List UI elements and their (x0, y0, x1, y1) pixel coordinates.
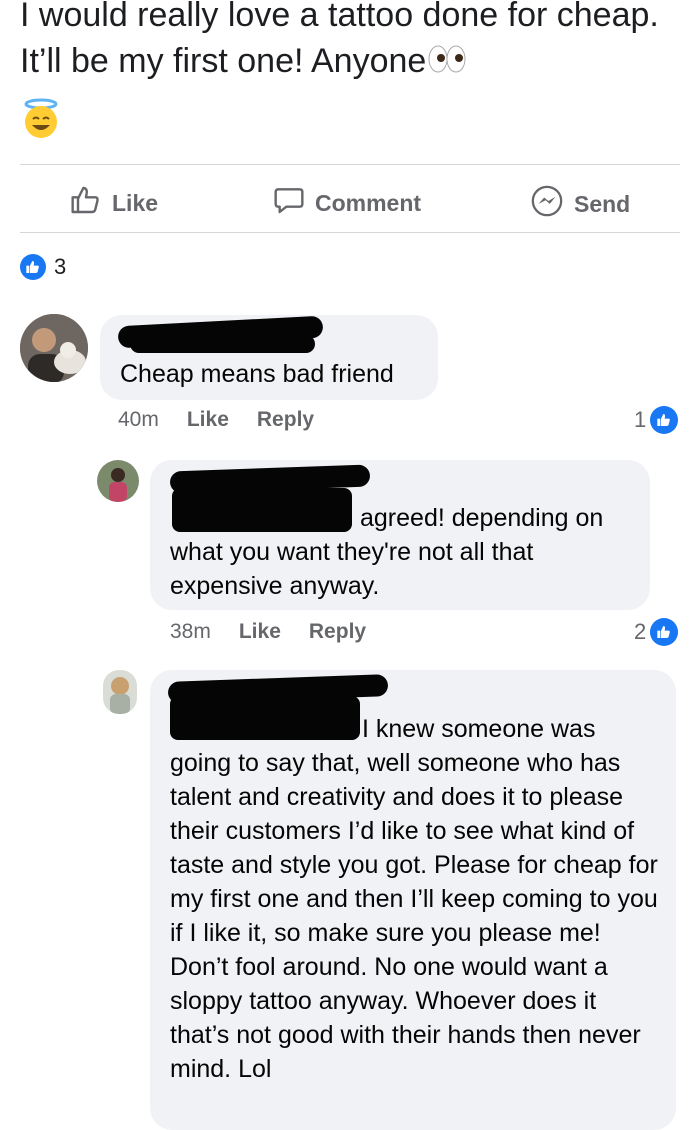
speech-bubble-icon (273, 184, 305, 222)
like-badge-icon (20, 254, 46, 280)
reply-text-first: agreed! depending on (360, 504, 604, 532)
reply-reaction-count[interactable]: 2 (634, 618, 679, 646)
redacted-name-2 (170, 696, 360, 740)
reply-bubble: I knew someone was going to say that, we… (150, 670, 676, 1130)
reaction-count: 3 (54, 254, 67, 279)
reply-like-button[interactable]: Like (239, 620, 281, 644)
comment-action-button[interactable]: Comment (273, 184, 421, 222)
redacted-name-2 (172, 488, 352, 532)
post-body: I would really love a tattoo done for ch… (20, 0, 659, 80)
comment-reaction-number: 1 (634, 407, 647, 432)
comment-meta: 40m Like Reply (118, 408, 314, 432)
comment-like-button[interactable]: Like (187, 408, 229, 432)
reply-text-rest: going to say that, well someone who has … (170, 749, 658, 1083)
comment-reaction-count[interactable]: 1 (634, 406, 679, 434)
messenger-icon (530, 184, 564, 224)
like-action-label: Like (112, 189, 159, 216)
like-badge-icon (650, 406, 679, 434)
comment-time: 40m (118, 408, 159, 431)
thumbs-up-icon (70, 184, 102, 222)
comment-text: Cheap means bad friend (120, 360, 394, 388)
divider-top (20, 164, 680, 165)
smiling-halo-emoji-icon (20, 98, 62, 145)
reply-text-rest: what you want they're not all that expen… (170, 538, 534, 600)
like-action-button[interactable]: Like (70, 184, 158, 222)
reply-meta: 38m Like Reply (170, 620, 366, 644)
avatar[interactable] (20, 314, 88, 382)
reaction-summary[interactable]: 3 (20, 254, 66, 280)
reply-reaction-number: 2 (634, 619, 647, 644)
comment-bubble: Cheap means bad friend (100, 315, 438, 400)
reply-text-first: I knew someone was (362, 715, 596, 743)
send-action-button[interactable]: Send (530, 184, 630, 224)
avatar[interactable] (97, 460, 139, 502)
post-text: I would really love a tattoo done for ch… (20, 0, 660, 86)
comment-reply-button[interactable]: Reply (257, 408, 314, 432)
like-badge-icon (650, 618, 679, 646)
eyes-emoji-icon (428, 40, 466, 86)
divider-bottom (20, 232, 680, 233)
reply-bubble: agreed! depending on what you want they'… (150, 460, 650, 610)
reply-time: 38m (170, 620, 211, 643)
redacted-name-2 (130, 335, 315, 353)
comment-action-label: Comment (315, 189, 422, 216)
reply-reply-button[interactable]: Reply (309, 620, 366, 644)
post-action-bar: Like Comment Send (0, 170, 700, 230)
avatar[interactable] (103, 670, 137, 714)
send-action-label: Send (574, 190, 631, 217)
